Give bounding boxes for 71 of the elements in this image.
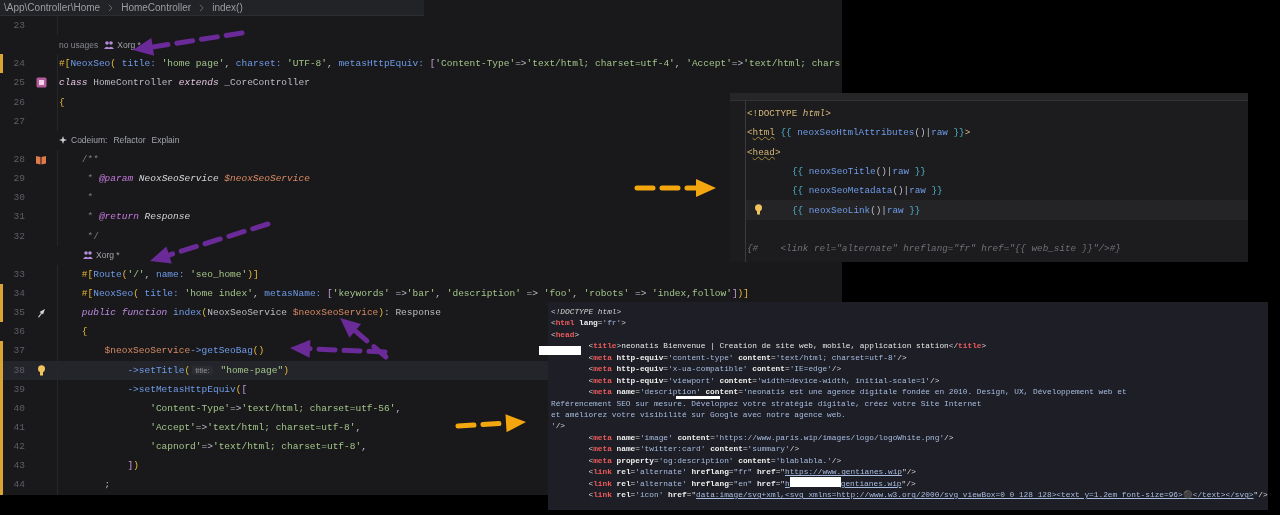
code-lens-link[interactable]: Explain <box>151 135 180 146</box>
line-number: 31 <box>12 211 25 223</box>
code-line: * <box>86 192 94 204</box>
people-icon <box>104 40 115 49</box>
bulb-icon[interactable] <box>36 364 46 376</box>
code-line: class HomeController extends _CoreController <box>58 77 310 89</box>
code-line: ; <box>103 479 111 491</box>
code-line: {{ neoxSeoMetadata()|raw }} <box>791 185 943 197</box>
line-number: 37 <box>12 345 25 357</box>
book-icon[interactable] <box>35 154 47 165</box>
line-number: 27 <box>12 115 25 127</box>
code-lens-link[interactable]: Refactor <box>113 135 146 146</box>
code-line: 'Content-Type'=>'text/html; charset=utf-56', <box>149 402 402 414</box>
code-line: ->setMetasHttpEquiv([ <box>126 383 248 395</box>
redaction-block <box>539 346 581 355</box>
sparkle-icon <box>59 135 68 145</box>
class-icon[interactable] <box>35 77 47 89</box>
code-line: ->setTitle( title: "home-page") <box>126 364 289 376</box>
line-number: 33 <box>12 268 25 280</box>
chevron-icon <box>199 3 205 12</box>
line-number: 26 <box>12 96 25 108</box>
line-number: 24 <box>12 58 25 70</box>
code-line: #[NeoxSeo( title: 'home page', charset: 'UTF-8', metasHttpEquiv: ['Content-Type'=>'text/html; charset=utf-4', 'Accept'=>'text/html; chars <box>58 58 841 70</box>
code-lens-link[interactable]: Xorg * <box>96 250 120 261</box>
code-lens-link[interactable]: no usages <box>59 39 99 50</box>
line-number: 40 <box>12 402 25 414</box>
code-line: * @return Response <box>86 211 191 223</box>
line-number: 29 <box>12 173 25 185</box>
code-line: public function index(NeoxSeoService $neoxSeoService): Response <box>80 307 441 319</box>
line-number: 32 <box>12 230 25 242</box>
line-number: 39 <box>12 383 25 395</box>
code-line: {{ neoxSeoTitle()|raw }} <box>791 166 926 178</box>
code-lens-link[interactable]: Codeium: <box>71 135 108 146</box>
breadcrumb-item[interactable]: HomeController <box>121 2 192 13</box>
line-number: 43 <box>12 460 25 472</box>
code-line: #[NeoxSeo( title: 'home index', metasName: ['keywords' =>'bar', 'description' => 'foo', 'robots' => 'index,follow'])] <box>80 288 749 300</box>
code-line: * @param NeoxSeoService $neoxSeoService <box>86 173 310 185</box>
line-number: 34 <box>12 288 25 300</box>
redaction-block <box>789 476 841 487</box>
code-line: { <box>80 326 88 338</box>
chevron-icon <box>108 3 114 12</box>
code-line: <head> <box>746 146 781 158</box>
line-number: 30 <box>12 192 25 204</box>
code-line: #[Route('/', name: 'seo_home')] <box>80 268 259 280</box>
redaction-block <box>676 396 720 399</box>
code-line: 'capnord'=>'text/html; charset=utf-8', <box>149 441 367 453</box>
override-icon[interactable] <box>36 307 46 318</box>
code-lens-link[interactable]: Xorg * <box>117 39 141 50</box>
line-number: 36 <box>12 326 25 338</box>
code-line: { <box>58 96 65 108</box>
code-line: <html {{ neoxSeoHtmlAttributes()|raw }}> <box>746 127 971 139</box>
bulb-icon[interactable] <box>754 204 763 216</box>
line-number: 28 <box>12 154 25 166</box>
code-line: ]) <box>126 460 139 472</box>
line-number: 25 <box>12 77 25 89</box>
line-number: 44 <box>12 479 25 491</box>
code-line: {# <link rel="alternate" hreflang="fr" href="{{ web_site }}"/>#} <box>746 243 1121 255</box>
breadcrumb-item[interactable]: \App\Controller\Home <box>4 2 101 13</box>
line-number: 41 <box>12 422 25 433</box>
code-line: {{ neoxSeoLink()|raw }} <box>791 204 921 216</box>
breadcrumb-item[interactable]: index() <box>212 2 243 13</box>
code-line: <!DOCTYPE html> <box>746 108 831 120</box>
code-line: */ <box>86 230 99 242</box>
code-line: $neoxSeoService->getSeoBag() <box>103 345 265 357</box>
line-number: 42 <box>12 441 25 453</box>
code-line: 'Accept'=>'text/html; charset=utf-8', <box>149 422 362 433</box>
dashed-arrow <box>455 414 526 433</box>
people-icon <box>83 251 93 260</box>
code-line: /** <box>80 154 99 166</box>
line-number: 35 <box>12 307 25 319</box>
line-number: 23 <box>12 20 25 32</box>
